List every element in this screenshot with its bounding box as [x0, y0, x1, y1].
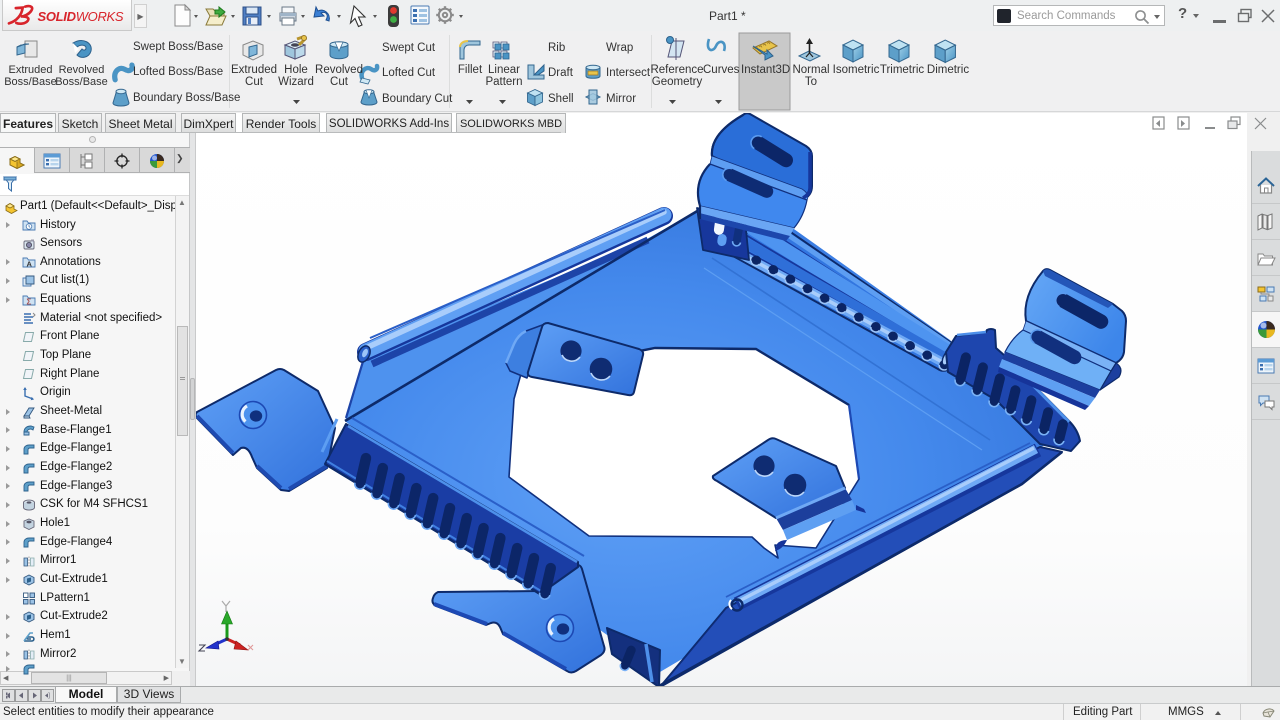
svg-text:SOLIDWORKS: SOLIDWORKS	[37, 8, 123, 23]
svg-text:A: A	[27, 260, 33, 269]
svg-text:Σ: Σ	[27, 297, 32, 306]
